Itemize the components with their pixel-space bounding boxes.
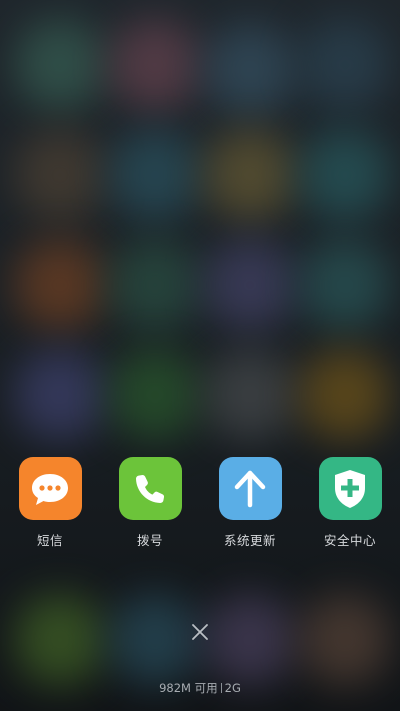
app-label: 拨号 (136, 533, 163, 548)
blurred-home-background (0, 0, 400, 711)
recent-app-dialer[interactable]: 拨号 (100, 457, 200, 549)
phone-icon (118, 457, 182, 520)
recent-app-system-update[interactable]: 系统更新 (200, 457, 300, 549)
memory-status: 982M 可用 2G (0, 680, 400, 696)
clear-recent-apps-button[interactable] (188, 620, 212, 644)
message-bubble-icon (18, 457, 82, 520)
shield-plus-icon (318, 457, 382, 520)
app-label: 短信 (36, 533, 63, 548)
separator (220, 683, 222, 693)
recent-app-messages[interactable]: 短信 (0, 457, 100, 549)
app-label: 系统更新 (223, 533, 276, 548)
close-icon (192, 624, 208, 640)
network-type-text: 2G (224, 681, 241, 695)
app-label: 安全中心 (323, 533, 376, 548)
memory-available-text: 982M 可用 (159, 681, 218, 695)
recent-apps-row: 短信 拨号 系统更新 安全中心 (0, 457, 400, 557)
recent-app-security-center[interactable]: 安全中心 (300, 457, 400, 549)
arrow-up-icon (218, 457, 282, 520)
